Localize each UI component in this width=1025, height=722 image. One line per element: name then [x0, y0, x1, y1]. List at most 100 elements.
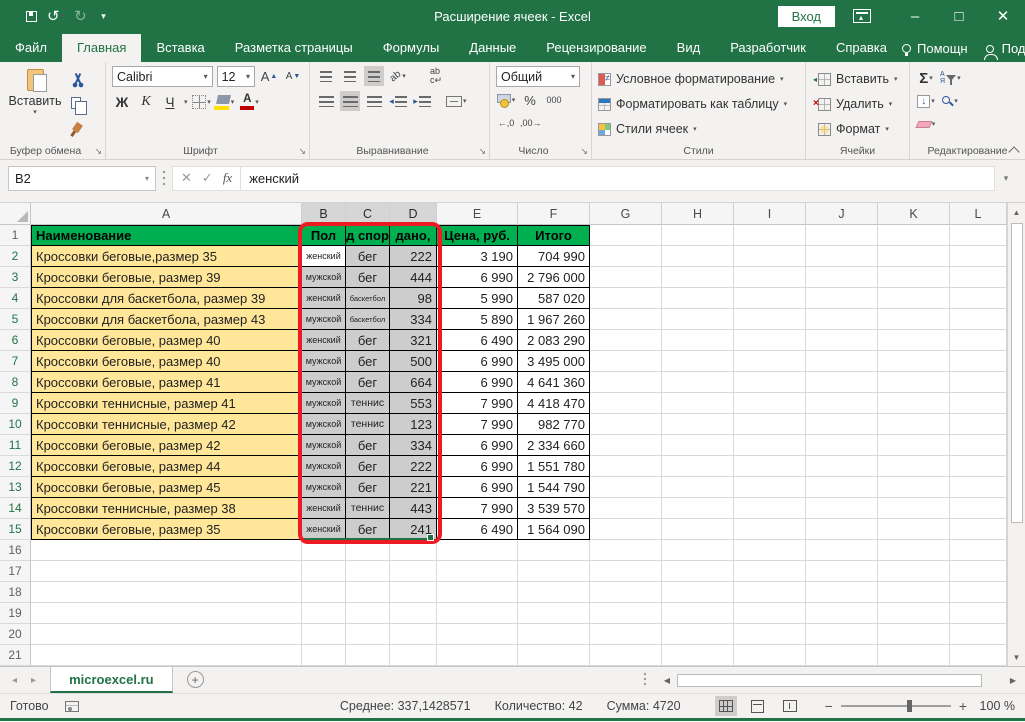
cell-J13[interactable]	[806, 477, 878, 498]
font-color-button[interactable]: А▾	[240, 92, 260, 112]
cell-L8[interactable]	[950, 372, 1007, 393]
autosum-button[interactable]: Σ▾	[916, 68, 936, 88]
cell-G7[interactable]	[590, 351, 662, 372]
cell-D10[interactable]: 123	[390, 414, 437, 435]
cell-E4[interactable]: 5 990	[437, 288, 518, 309]
cell-E8[interactable]: 6 990	[437, 372, 518, 393]
row-header-7[interactable]: 7	[0, 351, 31, 372]
normal-view-button[interactable]	[715, 696, 737, 716]
increase-indent-button[interactable]: ▸	[412, 91, 432, 111]
cell-F8[interactable]: 4 641 360	[518, 372, 590, 393]
cell-J18[interactable]	[806, 582, 878, 603]
cell-H18[interactable]	[662, 582, 734, 603]
formula-bar-expand-icon[interactable]: ▾	[995, 166, 1017, 191]
scroll-left-icon[interactable]: ◀	[659, 672, 675, 688]
find-select-button[interactable]: ▾	[940, 91, 960, 111]
underline-dropdown-icon[interactable]: ▾	[184, 98, 188, 106]
cell-A4[interactable]: Кроссовки для баскетбола, размер 39	[31, 288, 302, 309]
cell-styles-button[interactable]: Стили ячеек▾	[598, 118, 787, 140]
cell-B3[interactable]: мужской	[302, 267, 346, 288]
cell-I18[interactable]	[734, 582, 806, 603]
cell-E18[interactable]	[437, 582, 518, 603]
cell-L17[interactable]	[950, 561, 1007, 582]
cell-B13[interactable]: мужской	[302, 477, 346, 498]
row-header-19[interactable]: 19	[0, 603, 31, 624]
cell-F16[interactable]	[518, 540, 590, 561]
cell-B18[interactable]	[302, 582, 346, 603]
column-header-E[interactable]: E	[437, 203, 518, 225]
cell-K14[interactable]	[878, 498, 950, 519]
cell-A17[interactable]	[31, 561, 302, 582]
cell-C11[interactable]: бег	[346, 435, 390, 456]
cell-E9[interactable]: 7 990	[437, 393, 518, 414]
cancel-entry-icon[interactable]: ✕	[181, 170, 192, 186]
row-header-13[interactable]: 13	[0, 477, 31, 498]
column-header-C[interactable]: C	[346, 203, 390, 225]
cell-A20[interactable]	[31, 624, 302, 645]
cell-G17[interactable]	[590, 561, 662, 582]
cell-K18[interactable]	[878, 582, 950, 603]
align-center-button[interactable]	[340, 91, 360, 111]
cell-K4[interactable]	[878, 288, 950, 309]
cell-G3[interactable]	[590, 267, 662, 288]
cell-L21[interactable]	[950, 645, 1007, 666]
cell-J1[interactable]	[806, 225, 878, 246]
row-header-10[interactable]: 10	[0, 414, 31, 435]
cell-I5[interactable]	[734, 309, 806, 330]
cell-H4[interactable]	[662, 288, 734, 309]
row-header-11[interactable]: 11	[0, 435, 31, 456]
cell-D11[interactable]: 334	[390, 435, 437, 456]
cell-J20[interactable]	[806, 624, 878, 645]
cell-E12[interactable]: 6 990	[437, 456, 518, 477]
cell-J19[interactable]	[806, 603, 878, 624]
cell-J14[interactable]	[806, 498, 878, 519]
cell-A5[interactable]: Кроссовки для баскетбола, размер 43	[31, 309, 302, 330]
cell-L5[interactable]	[950, 309, 1007, 330]
tab-scroll-splitter[interactable]	[641, 672, 649, 688]
cell-F1[interactable]: Итого	[518, 225, 590, 246]
cell-B1[interactable]: Пол	[302, 225, 346, 246]
cell-F4[interactable]: 587 020	[518, 288, 590, 309]
cell-L20[interactable]	[950, 624, 1007, 645]
customize-qat-button[interactable]: ▾	[101, 12, 106, 21]
cell-F11[interactable]: 2 334 660	[518, 435, 590, 456]
cell-E2[interactable]: 3 190	[437, 246, 518, 267]
cell-G8[interactable]	[590, 372, 662, 393]
cell-A8[interactable]: Кроссовки беговые, размер 41	[31, 372, 302, 393]
cell-I6[interactable]	[734, 330, 806, 351]
cell-G16[interactable]	[590, 540, 662, 561]
insert-function-icon[interactable]: fx	[223, 170, 232, 186]
cell-E15[interactable]: 6 490	[437, 519, 518, 540]
align-left-button[interactable]	[316, 91, 336, 111]
cell-D7[interactable]: 500	[390, 351, 437, 372]
merge-center-button[interactable]: ▾	[446, 91, 467, 111]
align-top-button[interactable]	[316, 66, 336, 86]
conditional-formatting-button[interactable]: Условное форматирование▾	[598, 68, 787, 90]
cell-D4[interactable]: 98	[390, 288, 437, 309]
cell-B8[interactable]: мужской	[302, 372, 346, 393]
tab-file[interactable]: Файл	[0, 34, 62, 62]
cell-E13[interactable]: 6 990	[437, 477, 518, 498]
cell-C4[interactable]: баскетбол	[346, 288, 390, 309]
cell-I16[interactable]	[734, 540, 806, 561]
cell-H19[interactable]	[662, 603, 734, 624]
cell-C13[interactable]: бег	[346, 477, 390, 498]
cell-B2[interactable]: женский	[302, 246, 346, 267]
name-box[interactable]: B2▾	[8, 166, 156, 191]
cell-B5[interactable]: мужской	[302, 309, 346, 330]
confirm-entry-icon[interactable]: ✓	[202, 170, 213, 186]
delete-cells-button[interactable]: Удалить▾	[818, 93, 898, 115]
page-layout-view-button[interactable]	[747, 696, 769, 716]
column-header-F[interactable]: F	[518, 203, 590, 225]
cell-B20[interactable]	[302, 624, 346, 645]
borders-button[interactable]: ▾	[192, 92, 212, 112]
cell-A13[interactable]: Кроссовки беговые, размер 45	[31, 477, 302, 498]
vertical-scrollbar[interactable]: ▲ ▼	[1007, 203, 1025, 666]
cell-D5[interactable]: 334	[390, 309, 437, 330]
cell-C14[interactable]: теннис	[346, 498, 390, 519]
cell-E20[interactable]	[437, 624, 518, 645]
row-header-4[interactable]: 4	[0, 288, 31, 309]
minimize-button[interactable]: –	[893, 0, 937, 32]
cell-E6[interactable]: 6 490	[437, 330, 518, 351]
cell-L11[interactable]	[950, 435, 1007, 456]
